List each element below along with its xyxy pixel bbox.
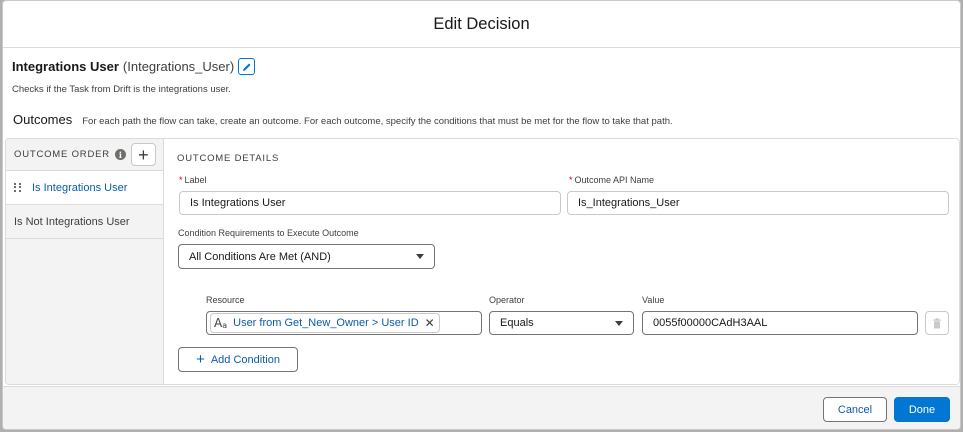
outcome-item-is-not-integrations-user[interactable]: Is Not Integrations User — [6, 205, 163, 239]
chevron-down-icon — [615, 320, 623, 326]
decision-title: Integrations User (Integrations_User) — [12, 58, 256, 75]
outcome-order-sidebar: OUTCOME ORDER i + Is Integrations User I… — [6, 139, 164, 384]
decision-label: Integrations User — [12, 59, 119, 74]
drag-handle-icon[interactable] — [14, 182, 22, 193]
outcome-order-label: OUTCOME ORDER — [14, 149, 110, 160]
resource-pill[interactable]: Aa User from Get_New_Owner > User ID ✕ — [210, 313, 440, 333]
api-name-input[interactable]: Is_Integrations_User — [567, 191, 949, 215]
cancel-button[interactable]: Cancel — [823, 397, 887, 422]
trash-icon — [933, 317, 941, 328]
outcome-order-header: OUTCOME ORDER i + — [6, 139, 163, 171]
condition-requirements-select[interactable]: All Conditions Are Met (AND) — [178, 244, 435, 269]
operator-select[interactable]: Equals — [489, 311, 634, 335]
outcomes-help-text: For each path the flow can take, create … — [82, 116, 673, 127]
resource-input[interactable]: Aa User from Get_New_Owner > User ID ✕ — [206, 311, 482, 335]
resource-pill-label: User from Get_New_Owner > User ID — [233, 317, 419, 329]
condition-requirements-label: Condition Requirements to Execute Outcom… — [178, 228, 359, 238]
decision-description: Checks if the Task from Drift is the int… — [12, 84, 231, 95]
outcomes-header: Outcomes For each path the flow can take… — [13, 112, 673, 127]
outcome-details-title: OUTCOME DETAILS — [177, 153, 280, 164]
close-icon[interactable]: ✕ — [425, 316, 435, 330]
outcome-item-is-integrations-user[interactable]: Is Integrations User — [6, 171, 163, 205]
required-marker: * — [569, 175, 573, 185]
outcome-details: OUTCOME DETAILS * Label Is Integrations U… — [165, 139, 959, 384]
outcome-item-label: Is Integrations User — [32, 181, 128, 194]
info-icon[interactable]: i — [114, 149, 126, 160]
label-field-label: * Label — [179, 175, 207, 185]
delete-condition-button[interactable] — [925, 311, 949, 335]
done-button[interactable]: Done — [894, 397, 950, 422]
value-header: Value — [642, 295, 665, 305]
api-name-field-label: * Outcome API Name — [569, 175, 655, 185]
modal-footer: Cancel Done — [3, 386, 960, 429]
outcomes-heading: Outcomes — [13, 112, 73, 127]
plus-icon: + — [196, 351, 205, 368]
value-input[interactable]: 0055f00000CAdH3AAL — [642, 311, 918, 335]
outcomes-panel: OUTCOME ORDER i + Is Integrations User I… — [5, 138, 960, 385]
chevron-down-icon — [416, 254, 424, 259]
edit-decision-button[interactable] — [238, 58, 256, 75]
operator-header: Operator — [489, 295, 525, 305]
modal-header: Edit Decision — [3, 1, 960, 48]
text-type-icon: Aa — [214, 316, 228, 330]
add-condition-button[interactable]: + Add Condition — [178, 347, 298, 372]
outcome-item-label: Is Not Integrations User — [14, 215, 130, 228]
required-marker: * — [179, 175, 183, 185]
decision-api-name: (Integrations_User) — [122, 59, 235, 74]
pencil-icon — [242, 63, 251, 71]
resource-header: Resource — [206, 295, 245, 305]
plus-icon: + — [138, 144, 149, 165]
label-input[interactable]: Is Integrations User — [179, 191, 561, 215]
edit-decision-modal: Edit Decision Integrations User (Integra… — [2, 0, 961, 430]
add-outcome-button[interactable]: + — [130, 143, 156, 166]
modal-title: Edit Decision — [433, 14, 530, 33]
